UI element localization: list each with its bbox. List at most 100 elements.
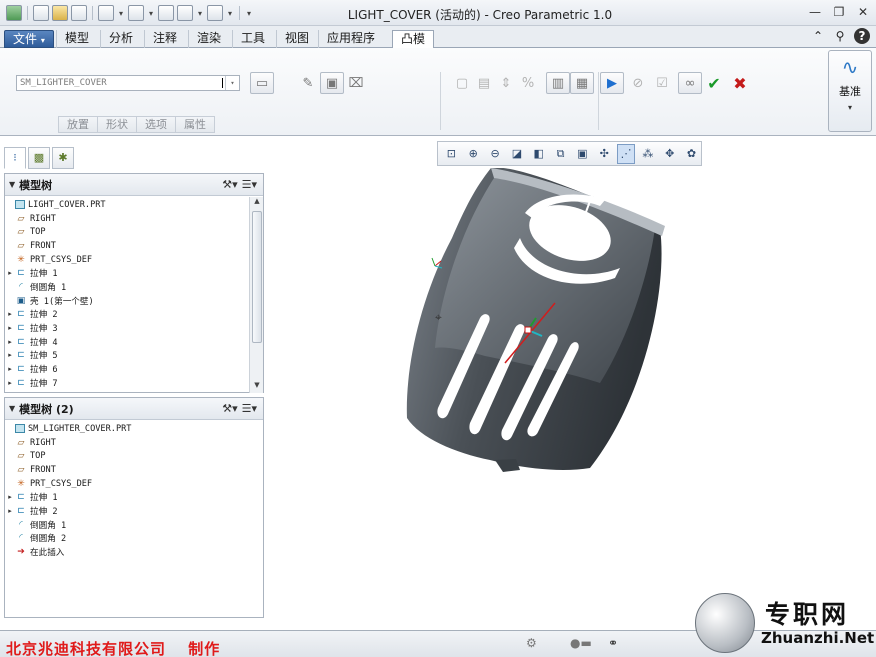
expand-triangle-icon[interactable]: ▸ <box>5 351 15 359</box>
ref-option-1-button[interactable]: ▢ <box>450 72 474 94</box>
folder-browser-tab-icon[interactable]: ▩ <box>28 147 50 169</box>
tree-row[interactable]: ▱ TOP <box>5 225 263 239</box>
favorites-tab-icon[interactable]: ✱ <box>52 147 74 169</box>
flip-button[interactable]: ⇕ <box>494 72 518 94</box>
collapse-triangle-icon[interactable]: ▼ <box>9 404 15 413</box>
tree-settings-icon[interactable]: ⚒▾ <box>222 178 237 191</box>
tree-row[interactable]: ▱ FRONT <box>5 239 263 253</box>
app-icon[interactable] <box>6 5 22 21</box>
tree-row[interactable]: ▸ ⊏ 拉伸 1 <box>5 266 263 280</box>
annotation-display-icon[interactable]: ✿ <box>682 144 701 164</box>
help-icon[interactable]: ? <box>854 28 870 44</box>
expand-triangle-icon[interactable]: ▸ <box>5 365 15 373</box>
status-gear-icon[interactable]: ⚙ <box>526 636 537 652</box>
expand-triangle-icon[interactable]: ▸ <box>5 324 15 332</box>
close-dropdown-icon[interactable]: ▾ <box>226 9 234 18</box>
scroll-thumb[interactable] <box>252 211 262 343</box>
tree-row[interactable]: ▸ ⊏ 拉伸 5 <box>5 349 263 363</box>
vertical-scrollbar[interactable]: ▲ ▼ <box>249 197 263 393</box>
undo-icon[interactable] <box>98 5 114 21</box>
collapse-triangle-icon[interactable]: ▼ <box>9 180 15 189</box>
panel-tab-options[interactable]: 选项 <box>136 116 175 133</box>
sub-window-button[interactable]: ▦ <box>570 72 594 94</box>
window-icon[interactable] <box>177 5 193 21</box>
close-window-icon[interactable] <box>207 5 223 21</box>
search-icon[interactable]: ⚲ <box>832 28 848 44</box>
redo-icon[interactable] <box>128 5 144 21</box>
expand-triangle-icon[interactable]: ▸ <box>5 493 15 501</box>
datum-planes-icon[interactable]: ✣ <box>595 144 614 164</box>
collapse-ribbon-icon[interactable]: ⌃ <box>810 28 826 44</box>
tree-row[interactable]: ▸ ⊏ 拉伸 2 <box>5 308 263 322</box>
panel-tab-properties[interactable]: 属性 <box>175 116 215 133</box>
tree-row[interactable]: LIGHT_COVER.PRT <box>5 198 263 212</box>
tree-row[interactable]: ▸ ⊏ 拉伸 7 <box>5 376 263 390</box>
percent-button[interactable]: % <box>516 72 540 94</box>
pause-button[interactable]: ▶ <box>600 72 624 94</box>
tree-row[interactable]: ▸ ⊏ 拉伸 1 <box>5 490 263 504</box>
graphics-window[interactable]: ⌖ <box>270 167 870 628</box>
ok-button[interactable]: ✔ <box>702 72 726 94</box>
open-folder-icon[interactable] <box>52 5 68 21</box>
refit-icon[interactable]: ⊡ <box>442 144 461 164</box>
remove-model-button[interactable]: ⌧ <box>344 72 368 94</box>
scroll-down-icon[interactable]: ▼ <box>250 381 264 393</box>
tree-row[interactable]: ➔ 在此插入 <box>5 545 263 559</box>
tab-tools[interactable]: 工具 <box>232 30 273 48</box>
open-model-button[interactable]: ▭ <box>250 72 274 94</box>
save-icon[interactable] <box>71 5 87 21</box>
tree-row[interactable]: SM_LIGHTER_COVER.PRT <box>5 422 263 436</box>
redo-dropdown-icon[interactable]: ▾ <box>147 9 155 18</box>
tree-row[interactable]: ▱ RIGHT <box>5 212 263 226</box>
zoom-in-icon[interactable]: ⊕ <box>464 144 483 164</box>
verify-button[interactable]: ☑ <box>650 72 674 94</box>
tree-row[interactable]: ✳ PRT_CSYS_DEF <box>5 253 263 267</box>
tab-file[interactable]: 文件 ▾ <box>4 30 54 48</box>
customize-toolbar-icon[interactable]: ▾ <box>245 9 253 18</box>
datum-axes-icon[interactable]: ⋰ <box>616 143 636 164</box>
new-file-icon[interactable] <box>33 5 49 21</box>
preview-window-button[interactable]: ▥ <box>546 72 570 94</box>
tree-row[interactable]: ◜ 倒圆角 2 <box>5 532 263 546</box>
tab-model[interactable]: 模型 <box>56 30 97 48</box>
expand-triangle-icon[interactable]: ▸ <box>5 338 15 346</box>
minimize-icon[interactable]: — <box>806 4 824 20</box>
zoom-out-icon[interactable]: ⊖ <box>486 144 505 164</box>
status-toggle-icon[interactable]: ●▬ <box>570 636 592 652</box>
saved-views-icon[interactable]: ⧉ <box>551 144 570 164</box>
copy-model-button[interactable]: ▣ <box>320 72 344 94</box>
datum-points-icon[interactable]: ⁂ <box>638 144 657 164</box>
regenerate-icon[interactable] <box>158 5 174 21</box>
panel-tab-placement[interactable]: 放置 <box>58 116 97 133</box>
tree-row[interactable]: ◜ 倒圆角 1 <box>5 518 263 532</box>
expand-triangle-icon[interactable]: ▸ <box>5 379 15 387</box>
restore-icon[interactable]: ❐ <box>830 4 848 20</box>
panel-tab-shape[interactable]: 形状 <box>97 116 136 133</box>
tab-punch[interactable]: 凸模 <box>392 30 435 49</box>
no-preview-button[interactable]: ⊘ <box>626 72 650 94</box>
binoculars-icon[interactable]: ⚭ <box>608 636 618 652</box>
tab-annotate[interactable]: 注释 <box>144 30 185 48</box>
ref-option-2-button[interactable]: ▤ <box>472 72 496 94</box>
tree-row[interactable]: ▸ ⊏ 拉伸 2 <box>5 504 263 518</box>
tab-applications[interactable]: 应用程序 <box>318 30 383 48</box>
tab-view[interactable]: 视图 <box>276 30 317 48</box>
close-icon[interactable]: ✕ <box>854 4 872 20</box>
tree-row[interactable]: ▱ FRONT <box>5 463 263 477</box>
tree-row[interactable]: ▸ ⊏ 拉伸 4 <box>5 335 263 349</box>
expand-triangle-icon[interactable]: ▸ <box>5 269 15 277</box>
expand-triangle-icon[interactable]: ▸ <box>5 310 15 318</box>
tree-row[interactable]: ✳ PRT_CSYS_DEF <box>5 477 263 491</box>
tree-row[interactable]: ▸ ⊏ 拉伸 6 <box>5 362 263 376</box>
view-manager-icon[interactable]: ▣ <box>573 144 592 164</box>
punch-model-combo[interactable]: SM_LIGHTER_COVER ▾ <box>16 75 240 91</box>
tab-render[interactable]: 渲染 <box>188 30 229 48</box>
tree-row[interactable]: ▸ ⊏ 拉伸 3 <box>5 321 263 335</box>
undo-dropdown-icon[interactable]: ▾ <box>117 9 125 18</box>
tree-row[interactable]: ▣ 壳 1(第一个壁) <box>5 294 263 308</box>
expand-triangle-icon[interactable]: ▸ <box>5 507 15 515</box>
display-style-icon[interactable]: ◧ <box>529 144 548 164</box>
chevron-down-icon[interactable]: ▾ <box>225 76 239 90</box>
tree-columns-icon[interactable]: ☰▾ <box>242 178 257 191</box>
tree-row[interactable]: ▱ RIGHT <box>5 436 263 450</box>
